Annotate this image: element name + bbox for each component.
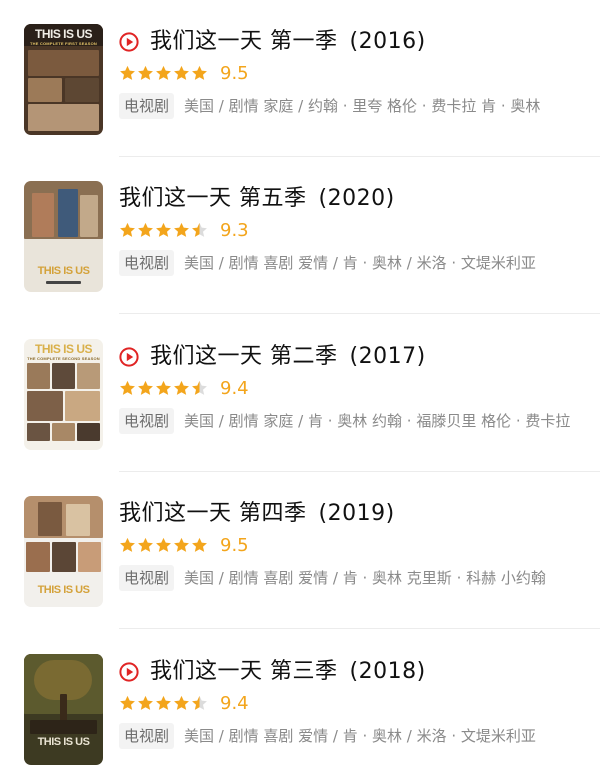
- title-year: (2018): [349, 659, 426, 684]
- divider: [119, 628, 600, 629]
- meta-row: 电视剧 美国 / 剧情 喜剧 爱情 / 肯 · 奥林 / 米洛 · 文堤米利亚: [119, 250, 591, 276]
- search-results-list: THIS IS US THE COMPLETE FIRST SEASON 我们这…: [0, 0, 600, 778]
- result-title[interactable]: 我们这一天 第二季 (2017): [119, 342, 426, 372]
- play-icon: [119, 32, 139, 52]
- star-full-icon: [173, 695, 190, 711]
- poster-thumbnail[interactable]: THIS IS US: [24, 496, 103, 607]
- star-full-icon: [119, 65, 136, 81]
- meta-row: 电视剧 美国 / 剧情 喜剧 爱情 / 肯 · 奥林 克里斯 · 科赫 小约翰: [119, 565, 591, 591]
- poster-thumbnail[interactable]: THIS IS US: [24, 181, 103, 292]
- title-year: (2019): [318, 501, 395, 526]
- star-full-icon: [173, 65, 190, 81]
- rating-row: 9.5: [119, 62, 249, 84]
- star-rating: [119, 380, 208, 396]
- poster-logo-text: THIS IS US: [34, 342, 93, 356]
- star-full-icon: [137, 222, 154, 238]
- star-full-icon: [119, 380, 136, 396]
- rating-value: 9.5: [220, 62, 249, 84]
- result-item[interactable]: THIS IS US THE COMPLETE FIRST SEASON 我们这…: [0, 0, 600, 157]
- star-rating: [119, 65, 208, 81]
- rating-row: 9.4: [119, 692, 249, 714]
- play-icon: [119, 347, 139, 367]
- result-title[interactable]: 我们这一天 第五季 (2020): [119, 184, 395, 214]
- star-full-icon: [119, 222, 136, 238]
- star-full-icon: [137, 380, 154, 396]
- star-full-icon: [137, 65, 154, 81]
- title-year: (2020): [318, 186, 395, 211]
- star-full-icon: [155, 222, 172, 238]
- poster-thumbnail[interactable]: THIS IS US THE COMPLETE SECOND SEASON: [24, 339, 103, 450]
- star-full-icon: [137, 695, 154, 711]
- meta-row: 电视剧 美国 / 剧情 喜剧 爱情 / 肯 · 奥林 / 米洛 · 文堤米利亚: [119, 723, 591, 749]
- star-rating: [119, 222, 208, 238]
- star-full-icon: [137, 537, 154, 553]
- title-text: 我们这一天 第二季: [150, 344, 338, 369]
- result-title[interactable]: 我们这一天 第四季 (2019): [119, 499, 395, 529]
- poster-logo-text: THIS IS US: [37, 584, 90, 596]
- rating-value: 9.4: [220, 692, 249, 714]
- star-full-icon: [119, 537, 136, 553]
- result-item[interactable]: THIS IS US 我们这一天 第三季 (2018) 9.4 电视剧 美国 /…: [0, 630, 600, 778]
- poster-logo-text: THIS IS US: [34, 27, 93, 41]
- type-tag: 电视剧: [119, 408, 175, 434]
- type-tag: 电视剧: [119, 723, 175, 749]
- meta-text: 美国 / 剧情 喜剧 爱情 / 肯 · 奥林 / 米洛 · 文堤米利亚: [184, 254, 536, 272]
- star-full-icon: [191, 537, 208, 553]
- meta-text: 美国 / 剧情 喜剧 爱情 / 肯 · 奥林 克里斯 · 科赫 小约翰: [184, 569, 546, 587]
- meta-text: 美国 / 剧情 家庭 / 肯 · 奥林 约翰 · 福滕贝里 格伦 · 费卡拉: [184, 412, 571, 430]
- poster-logo-text: THIS IS US: [37, 265, 90, 277]
- star-rating: [119, 695, 208, 711]
- play-icon: [119, 662, 139, 682]
- star-full-icon: [155, 65, 172, 81]
- result-item[interactable]: THIS IS US 我们这一天 第五季 (2020) 9.3 电视剧 美国 /…: [0, 157, 600, 314]
- poster-subtitle-text: THE COMPLETE SECOND SEASON: [27, 356, 100, 361]
- rating-row: 9.3: [119, 219, 249, 241]
- star-full-icon: [155, 537, 172, 553]
- divider: [119, 313, 600, 314]
- star-full-icon: [191, 65, 208, 81]
- result-item[interactable]: THIS IS US 我们这一天 第四季 (2019) 9.5 电视剧 美国 /…: [0, 472, 600, 629]
- result-item[interactable]: THIS IS US THE COMPLETE SECOND SEASON 我们…: [0, 315, 600, 472]
- title-text: 我们这一天 第四季: [119, 501, 307, 526]
- type-tag: 电视剧: [119, 250, 175, 276]
- type-tag: 电视剧: [119, 93, 175, 119]
- rating-value: 9.3: [220, 219, 249, 241]
- title-text: 我们这一天 第三季: [150, 659, 338, 684]
- type-tag: 电视剧: [119, 565, 175, 591]
- rating-row: 9.5: [119, 534, 249, 556]
- star-half-icon: [191, 222, 208, 238]
- title-text: 我们这一天 第一季: [150, 29, 338, 54]
- meta-text: 美国 / 剧情 喜剧 爱情 / 肯 · 奥林 / 米洛 · 文堤米利亚: [184, 727, 536, 745]
- star-full-icon: [173, 380, 190, 396]
- poster-thumbnail[interactable]: THIS IS US THE COMPLETE FIRST SEASON: [24, 24, 103, 135]
- star-full-icon: [173, 537, 190, 553]
- title-year: (2016): [349, 29, 426, 54]
- meta-row: 电视剧 美国 / 剧情 家庭 / 肯 · 奥林 约翰 · 福滕贝里 格伦 · 费…: [119, 408, 591, 434]
- star-full-icon: [119, 695, 136, 711]
- poster-thumbnail[interactable]: THIS IS US: [24, 654, 103, 765]
- rating-value: 9.5: [220, 534, 249, 556]
- star-full-icon: [155, 695, 172, 711]
- title-year: (2017): [349, 344, 426, 369]
- star-full-icon: [173, 222, 190, 238]
- rating-row: 9.4: [119, 377, 249, 399]
- poster-logo-text: THIS IS US: [37, 736, 90, 748]
- star-rating: [119, 537, 208, 553]
- meta-row: 电视剧 美国 / 剧情 家庭 / 约翰 · 里夸 格伦 · 费卡拉 肯 · 奥林: [119, 93, 591, 119]
- meta-text: 美国 / 剧情 家庭 / 约翰 · 里夸 格伦 · 费卡拉 肯 · 奥林: [184, 97, 541, 115]
- star-full-icon: [155, 380, 172, 396]
- star-half-icon: [191, 380, 208, 396]
- result-title[interactable]: 我们这一天 第一季 (2016): [119, 27, 426, 57]
- poster-subtitle-text: THE COMPLETE FIRST SEASON: [29, 41, 97, 46]
- result-title[interactable]: 我们这一天 第三季 (2018): [119, 657, 426, 687]
- title-text: 我们这一天 第五季: [119, 186, 307, 211]
- star-half-icon: [191, 695, 208, 711]
- rating-value: 9.4: [220, 377, 249, 399]
